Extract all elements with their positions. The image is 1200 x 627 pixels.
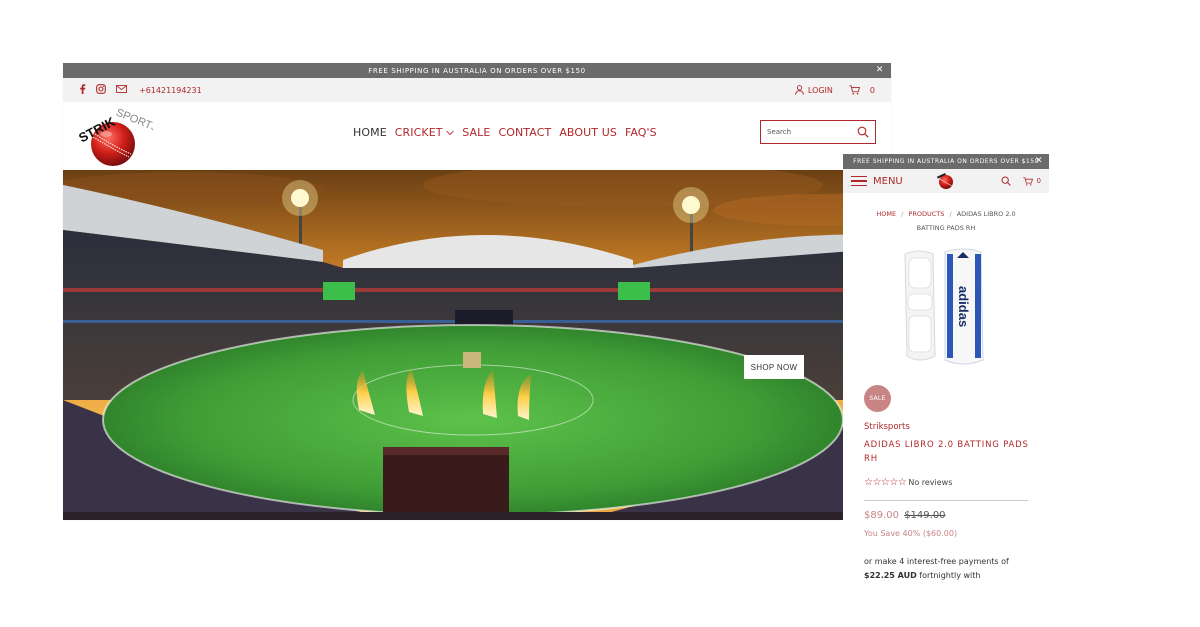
installments-text: or make 4 interest-free payments of $22.… — [864, 555, 1044, 583]
nav-cricket-label: CRICKET — [394, 126, 443, 139]
installment-amount: $22.25 AUD — [864, 571, 917, 580]
product-reviews[interactable]: ☆☆☆☆☆ No reviews — [864, 477, 952, 488]
price-original: $149.00 — [904, 510, 946, 521]
top-utility-bar: +61421194231 LOGIN 0 — [63, 78, 891, 102]
nav-faq[interactable]: FAQ'S — [625, 126, 657, 139]
shop-now-button[interactable]: SHOP NOW — [744, 355, 804, 379]
cart-count: 0 — [1036, 177, 1041, 185]
facebook-icon[interactable] — [79, 83, 86, 97]
hamburger-icon — [851, 176, 867, 186]
cart-count: 0 — [869, 85, 875, 95]
close-icon[interactable]: ✕ — [1035, 156, 1043, 166]
mobile-header-icons: 0 — [1001, 176, 1041, 186]
user-icon — [795, 85, 804, 95]
login-label: LOGIN — [807, 85, 833, 95]
mail-icon[interactable] — [116, 84, 127, 96]
nav-sale[interactable]: SALE — [462, 126, 490, 139]
search-box — [760, 120, 876, 144]
hero-banner: SHOP NOW — [63, 170, 891, 520]
product-vendor[interactable]: Striksports — [864, 422, 910, 432]
social-links: +61421194231 — [79, 83, 202, 97]
striksports-logo[interactable] — [936, 172, 956, 190]
installments-suffix: fortnightly with — [919, 571, 981, 580]
search-icon[interactable] — [857, 126, 869, 138]
cart-icon — [1022, 176, 1033, 186]
installments-prefix: or make 4 interest-free payments of — [864, 557, 1009, 566]
breadcrumb: HOME / PRODUCTS / ADIDAS LIBRO 2.0 BATTI… — [843, 207, 1049, 235]
close-icon[interactable]: ✕ — [876, 65, 884, 75]
cart-icon — [849, 85, 860, 95]
mobile-announcement-bar: FREE SHIPPING IN AUSTRALIA ON ORDERS OVE… — [843, 154, 1049, 169]
mobile-header: MENU 0 — [843, 169, 1049, 193]
product-price: $89.00 $149.00 — [864, 510, 946, 521]
mobile-announcement-text: FREE SHIPPING IN AUSTRALIA ON ORDERS OVE… — [853, 158, 1039, 165]
breadcrumb-products[interactable]: PRODUCTS — [908, 210, 944, 218]
product-image[interactable]: adidas — [899, 246, 989, 368]
savings-text: You Save 40% ($60.00) — [864, 529, 958, 538]
canvas: FREE SHIPPING IN AUSTRALIA ON ORDERS OVE… — [0, 0, 1200, 627]
stadium-image — [63, 170, 891, 520]
product-title: ADIDAS LIBRO 2.0 BATTING PADS RH — [864, 440, 1029, 464]
cart-link[interactable]: 0 — [849, 85, 875, 95]
sale-badge: SALE — [864, 385, 891, 412]
price-current: $89.00 — [864, 510, 899, 521]
mobile-screenshot: FREE SHIPPING IN AUSTRALIA ON ORDERS OVE… — [843, 154, 1049, 584]
search-input[interactable] — [767, 128, 857, 136]
menu-button[interactable]: MENU — [851, 176, 903, 187]
phone-number[interactable]: +61421194231 — [139, 86, 202, 95]
instagram-icon[interactable] — [96, 83, 106, 97]
desktop-screenshot: FREE SHIPPING IN AUSTRALIA ON ORDERS OVE… — [63, 63, 891, 520]
rating-stars-icon: ☆☆☆☆☆ — [864, 477, 907, 488]
search-icon[interactable] — [1001, 176, 1011, 186]
menu-label: MENU — [873, 175, 903, 187]
chevron-down-icon — [446, 130, 454, 138]
announcement-bar: FREE SHIPPING IN AUSTRALIA ON ORDERS OVE… — [63, 63, 891, 78]
nav-cricket[interactable]: CRICKET — [395, 126, 454, 139]
divider — [864, 500, 1028, 501]
login-link[interactable]: LOGIN — [795, 85, 833, 95]
cart-link[interactable]: 0 — [1022, 176, 1041, 186]
nav-contact[interactable]: CONTACT — [498, 126, 551, 139]
site-header: STRIK SPORTS HOME CRICKET SALE CONTACT A… — [63, 102, 891, 170]
breadcrumb-separator: / — [949, 210, 952, 218]
nav-about[interactable]: ABOUT US — [559, 126, 617, 139]
announcement-text: FREE SHIPPING IN AUSTRALIA ON ORDERS OVE… — [368, 66, 586, 75]
main-nav: HOME CRICKET SALE CONTACT ABOUT US FAQ'S — [353, 126, 657, 139]
reviews-label: No reviews — [908, 478, 953, 487]
breadcrumb-separator: / — [901, 210, 904, 218]
pad-brand-text: adidas — [956, 286, 971, 327]
account-links: LOGIN 0 — [795, 85, 875, 95]
nav-home[interactable]: HOME — [353, 126, 387, 139]
breadcrumb-home[interactable]: HOME — [876, 210, 896, 218]
striksports-logo[interactable]: STRIK SPORTS — [73, 106, 153, 168]
